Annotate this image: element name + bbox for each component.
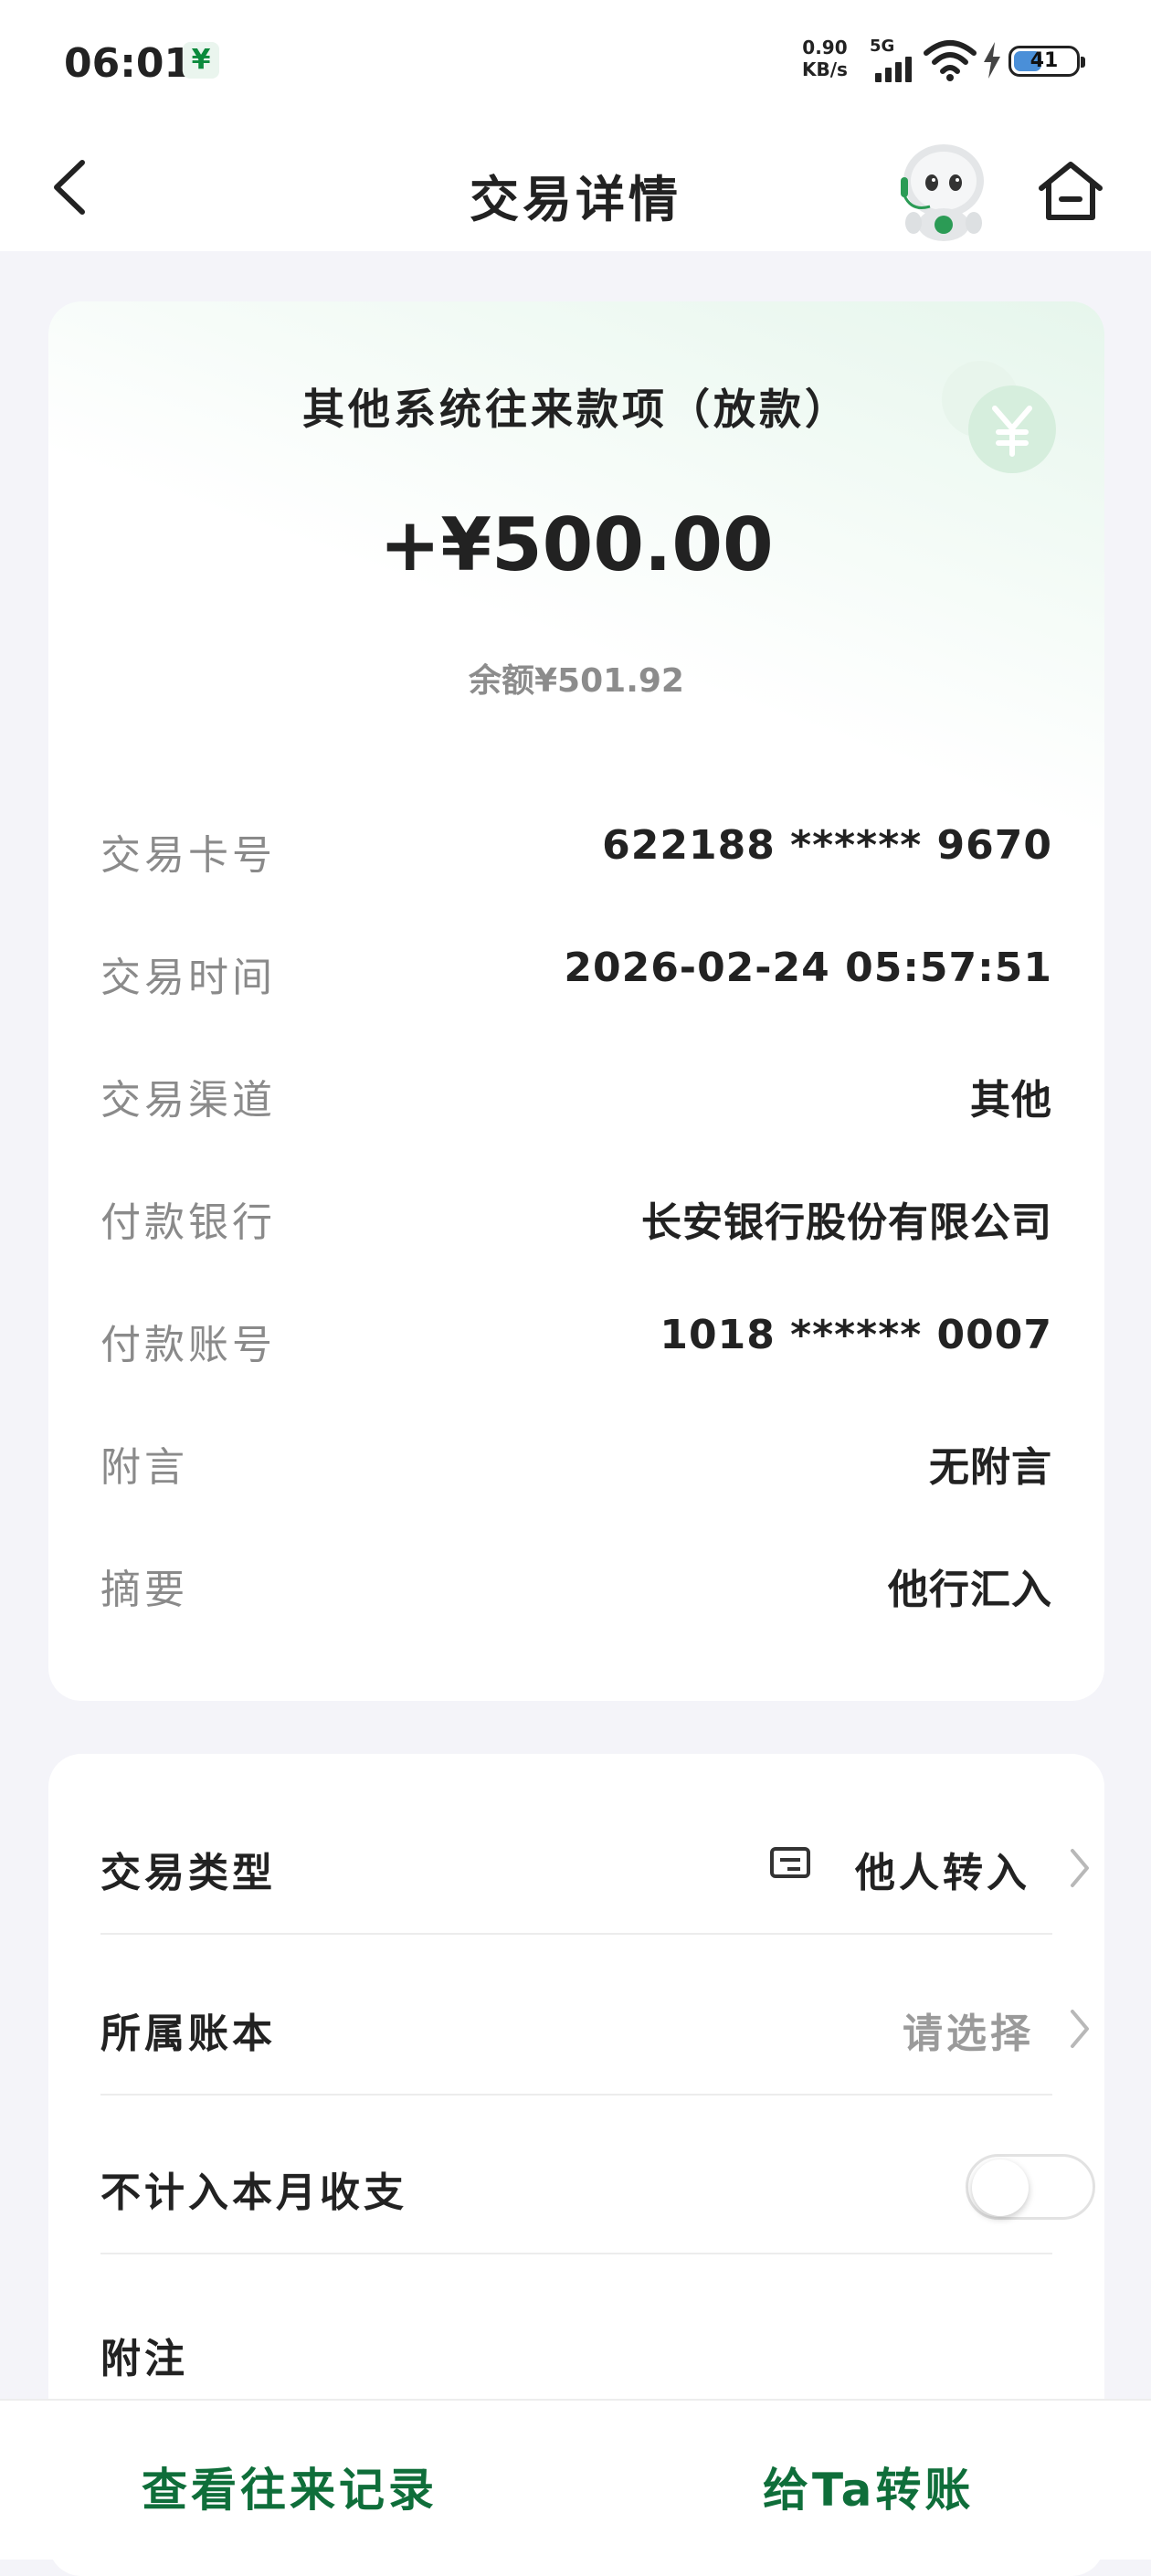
detail-value: 长安银行股份有限公司: [641, 1199, 1052, 1246]
divider: [100, 1933, 1052, 1935]
transfer-button[interactable]: 给Ta转账: [763, 2454, 974, 2519]
battery-icon: 41: [1008, 46, 1085, 77]
detail-label: 交易卡号: [100, 832, 276, 879]
exclude-monthly-label: 不计入本月收支: [100, 2170, 407, 2216]
wifi-icon: [924, 40, 977, 81]
robot-mascot-icon[interactable]: [893, 133, 994, 243]
detail-label: 摘要: [100, 1567, 188, 1613]
detail-label: 附言: [100, 1444, 188, 1491]
status-time: 06:01: [64, 40, 193, 87]
transfer-in-icon: [770, 1847, 810, 1878]
signal-icon: [875, 57, 912, 82]
detail-row-message: 附言 无附言: [100, 1427, 1052, 1491]
detail-label: 付款银行: [100, 1199, 276, 1246]
battery-level: 41: [1030, 49, 1059, 72]
network-speed-value: 0.90: [802, 37, 848, 58]
bottom-action-bar: 查看往来记录 给Ta转账: [0, 2399, 1151, 2560]
divider: [100, 2253, 1052, 2254]
toggle-knob: [972, 2159, 1029, 2216]
charging-icon: [984, 42, 1000, 79]
ledger-value: 请选择: [903, 2011, 1034, 2057]
postal-app-icon: ¥: [183, 42, 219, 79]
network-speed: 0.90 KB/s: [802, 37, 848, 80]
yen-coin-icon: [942, 361, 1056, 473]
detail-value: 2026-02-24 05:57:51: [564, 945, 1052, 991]
transaction-detail-card: 其他系统往来款项（放款） +¥500.00 余额¥501.92 交易卡号 622…: [48, 301, 1104, 1701]
chevron-right-icon: [1071, 2010, 1089, 2048]
nav-bar: 交易详情: [0, 128, 1151, 251]
note-label: 附注: [100, 2336, 188, 2382]
detail-value: 1018 ****** 0007: [660, 1312, 1052, 1358]
detail-value: 他行汇入: [888, 1567, 1052, 1613]
detail-row-payer-bank: 付款银行 长安银行股份有限公司: [100, 1182, 1052, 1246]
signal-indicator: 5G: [868, 37, 915, 82]
view-history-button[interactable]: 查看往来记录: [142, 2454, 438, 2519]
ledger-row[interactable]: 所属账本 请选择: [100, 1993, 1089, 2066]
transaction-type-label: 交易类型: [100, 1850, 276, 1896]
home-icon[interactable]: [1034, 157, 1107, 223]
detail-row-summary: 摘要 他行汇入: [100, 1549, 1052, 1613]
note-row[interactable]: 附注: [100, 2318, 1052, 2391]
account-balance: 余额¥501.92: [469, 662, 684, 700]
network-speed-unit: KB/s: [802, 58, 848, 80]
ledger-label: 所属账本: [100, 2011, 276, 2057]
exclude-monthly-toggle[interactable]: [966, 2154, 1095, 2220]
transaction-type-row[interactable]: 交易类型 他人转入: [100, 1832, 1089, 1906]
status-bar: 06:01 ¥ 0.90 KB/s 5G 41: [0, 0, 1151, 128]
network-type: 5G: [870, 37, 895, 56]
transaction-type-value: 他人转入: [855, 1850, 1030, 1896]
detail-value: 无附言: [929, 1444, 1052, 1491]
detail-row-payer-account: 付款账号 1018 ****** 0007: [100, 1304, 1052, 1368]
exclude-monthly-row: 不计入本月收支: [100, 2147, 1095, 2229]
detail-value: 622188 ****** 9670: [602, 822, 1052, 869]
divider: [100, 2094, 1052, 2096]
detail-value: 其他: [970, 1077, 1052, 1124]
detail-row-card-number: 交易卡号 622188 ****** 9670: [100, 815, 1052, 879]
chevron-right-icon: [1071, 1849, 1089, 1887]
transaction-amount: +¥500.00: [379, 502, 774, 587]
detail-row-channel: 交易渠道 其他: [100, 1060, 1052, 1124]
detail-label: 交易渠道: [100, 1077, 276, 1124]
detail-row-time: 交易时间 2026-02-24 05:57:51: [100, 937, 1052, 1001]
detail-label: 交易时间: [100, 955, 276, 1001]
detail-label: 付款账号: [100, 1322, 276, 1368]
